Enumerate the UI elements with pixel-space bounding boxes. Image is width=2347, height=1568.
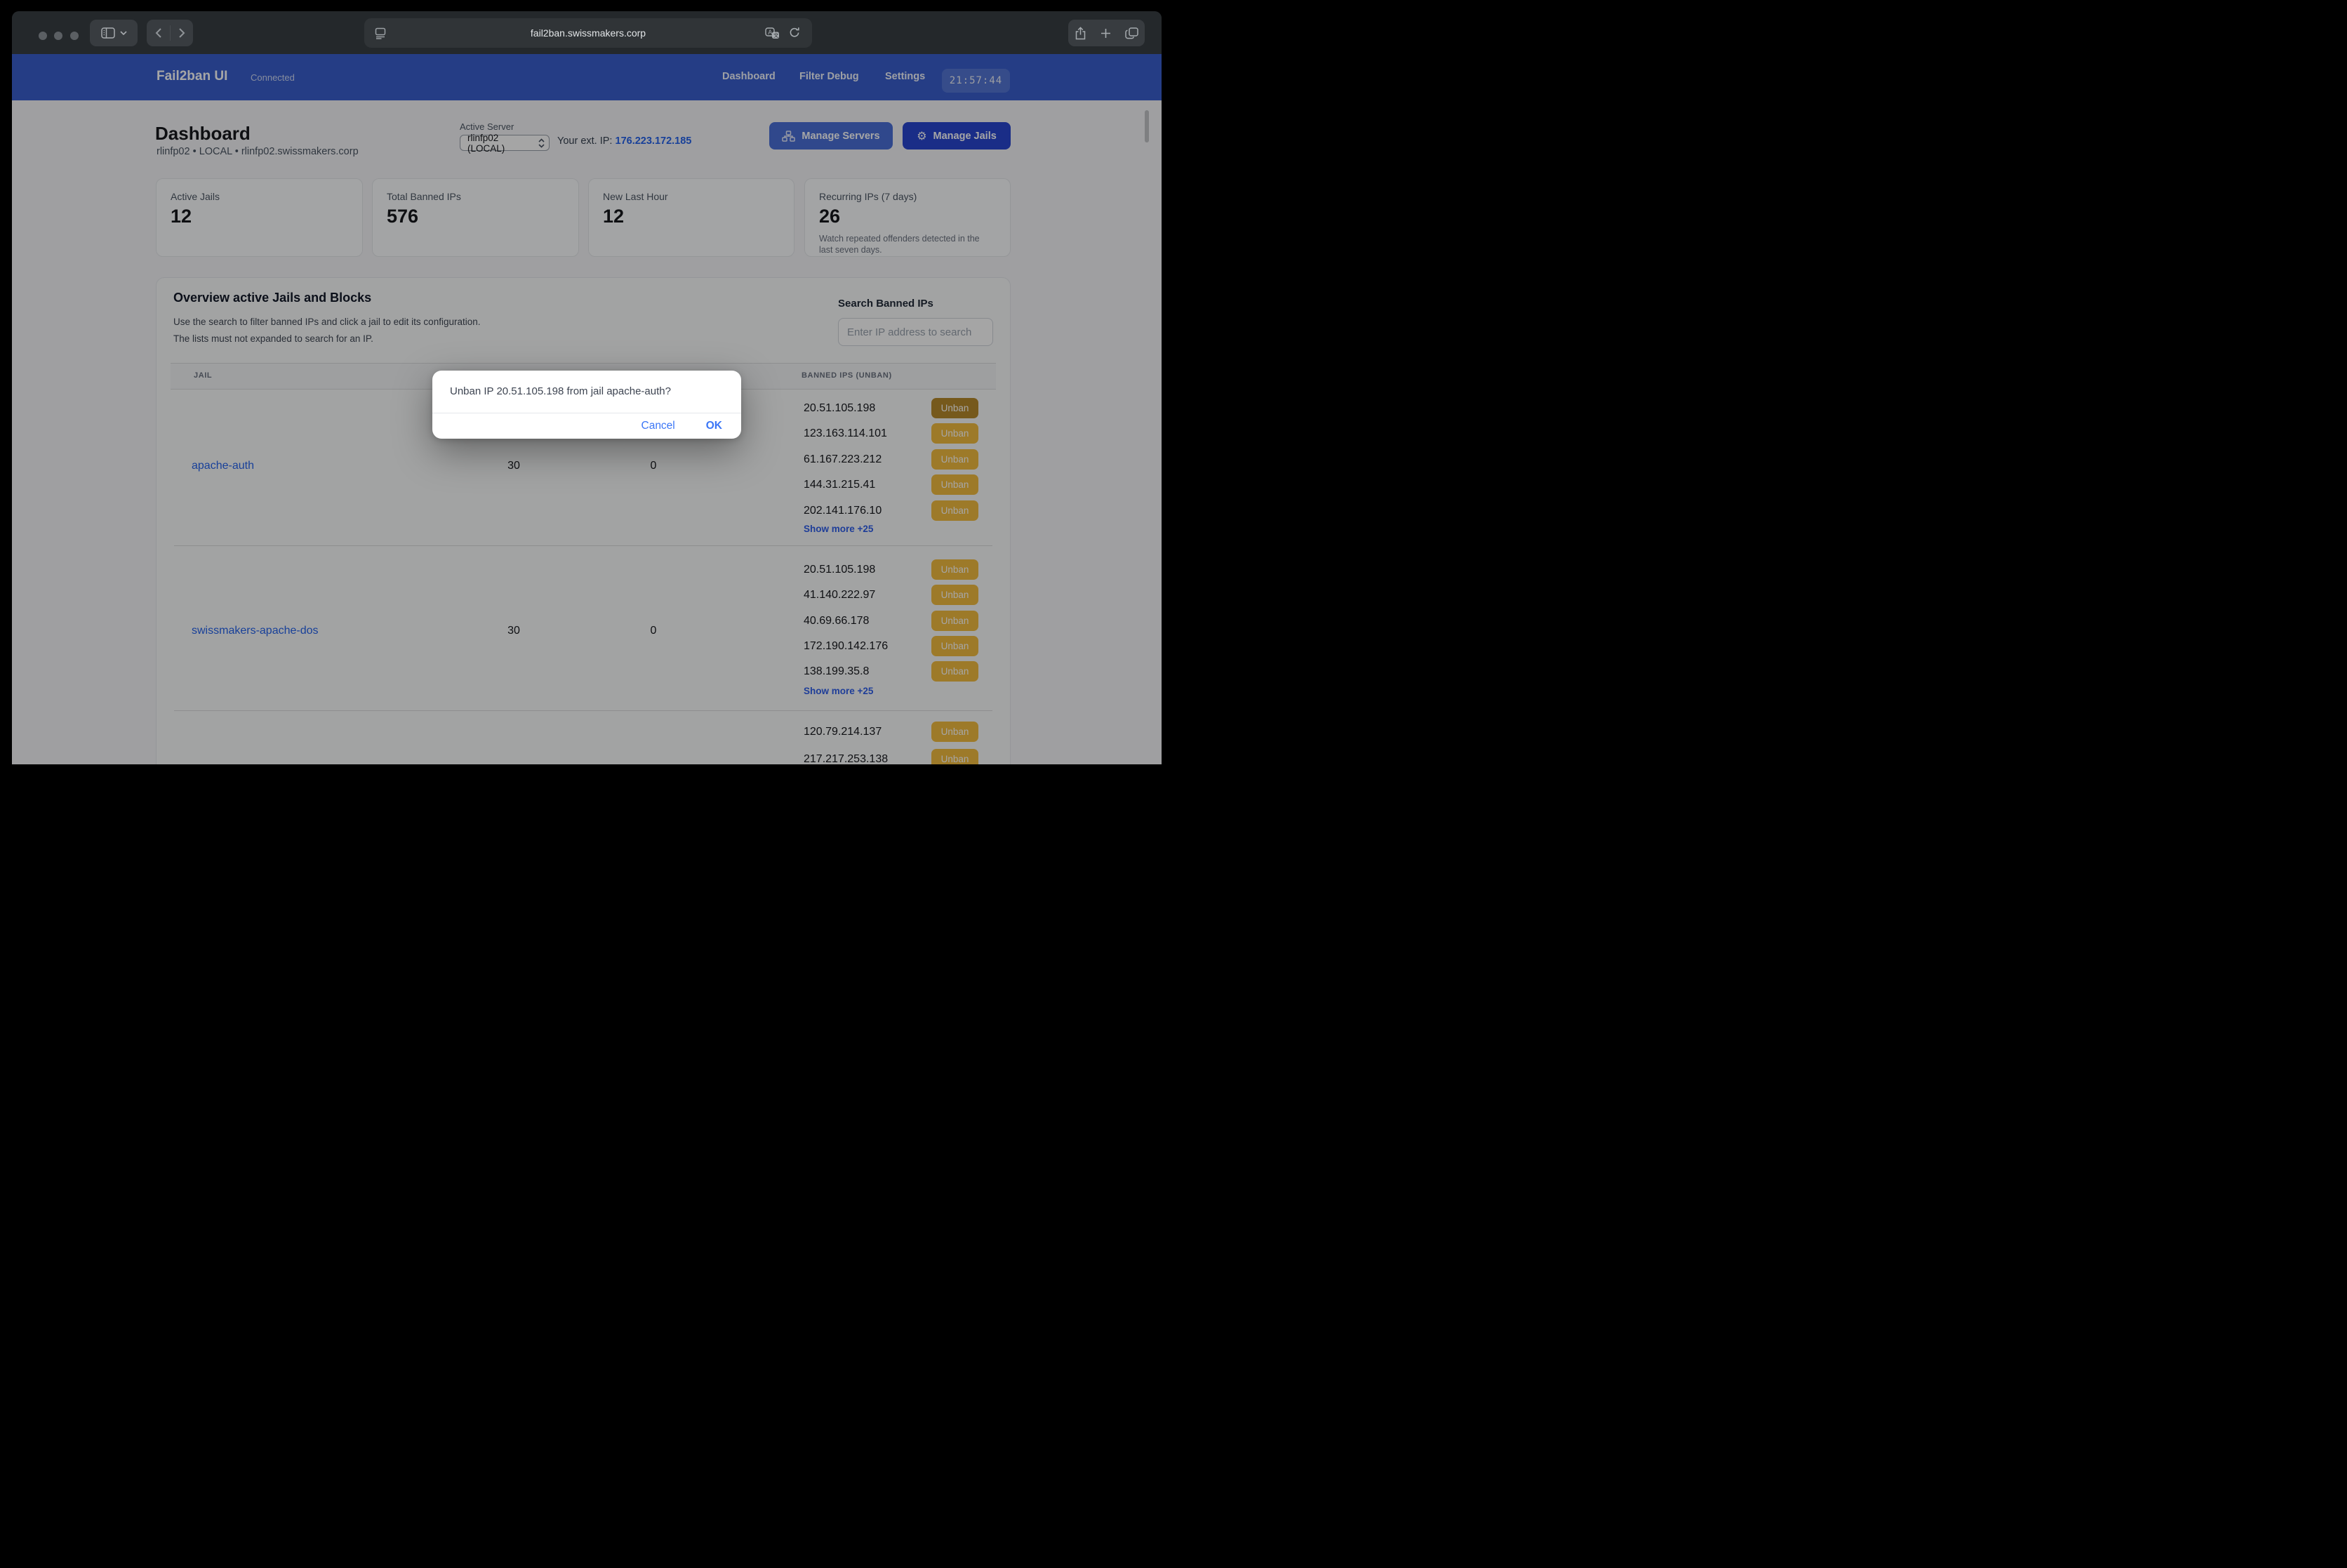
- dialog-message: Unban IP 20.51.105.198 from jail apache-…: [450, 385, 727, 397]
- browser-window: fail2ban.swissmakers.corp A 文: [12, 11, 1162, 764]
- chevron-down-icon: [120, 31, 127, 35]
- traffic-light-minimize-button[interactable]: [54, 32, 62, 40]
- sidebar-toggle-button[interactable]: [90, 20, 138, 46]
- forward-button[interactable]: [171, 20, 193, 46]
- browser-toolbar: fail2ban.swissmakers.corp A 文: [12, 11, 1162, 54]
- unban-confirm-dialog: Unban IP 20.51.105.198 from jail apache-…: [432, 371, 741, 439]
- dialog-actions: Cancel OK: [432, 413, 741, 439]
- traffic-light-zoom-button[interactable]: [70, 32, 79, 40]
- sidebar-icon: [101, 27, 115, 39]
- share-icon[interactable]: [1075, 27, 1086, 40]
- reload-icon[interactable]: [789, 27, 801, 39]
- svg-text:文: 文: [773, 32, 779, 39]
- history-nav-group: [147, 20, 193, 46]
- svg-text:A: A: [768, 29, 772, 36]
- back-button[interactable]: [147, 20, 170, 46]
- toolbar-right-group: [1068, 20, 1145, 46]
- new-tab-icon[interactable]: [1101, 28, 1111, 39]
- url-text[interactable]: fail2ban.swissmakers.corp: [364, 18, 812, 48]
- address-bar[interactable]: fail2ban.swissmakers.corp A 文: [364, 18, 812, 48]
- traffic-light-close-button[interactable]: [39, 32, 47, 40]
- ok-button[interactable]: OK: [706, 420, 722, 432]
- tab-overview-icon[interactable]: [1125, 27, 1138, 39]
- cancel-button[interactable]: Cancel: [641, 420, 675, 432]
- translate-icon[interactable]: A 文: [765, 27, 780, 39]
- screen: fail2ban.swissmakers.corp A 文: [0, 0, 1174, 784]
